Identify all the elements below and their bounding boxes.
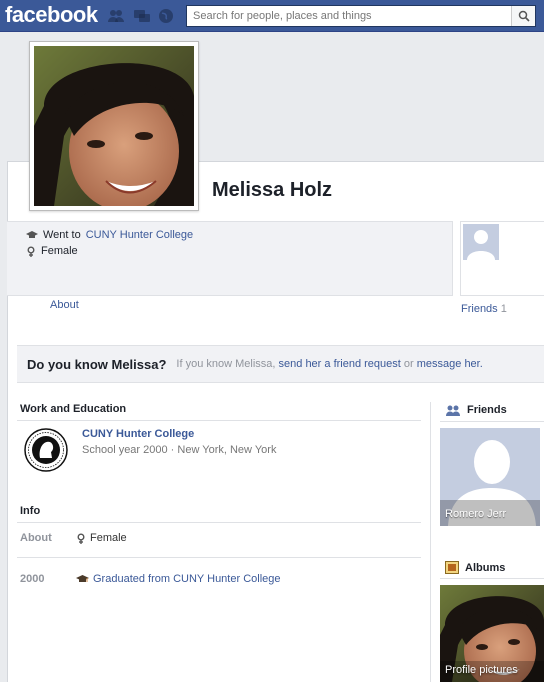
facebook-logo[interactable]: facebook [5,2,98,28]
divider [17,557,421,558]
school-link[interactable]: CUNY Hunter College [86,229,193,241]
year-row-label: 2000 [20,573,45,585]
work-education-title: Work and Education [20,403,127,415]
graduation-cap-icon [76,575,89,582]
notifications-globe-icon[interactable] [158,8,174,24]
went-to-label: Went to [43,229,81,241]
friend-name[interactable]: Romero Jerr [445,508,506,520]
graduated-row: Graduated from CUNY Hunter College [76,573,281,585]
female-icon [77,533,85,544]
graduated-link[interactable]: Graduated from CUNY Hunter College [93,573,281,585]
albums-icon [445,561,459,574]
know-banner-title: Do you know Melissa? [27,356,167,372]
sidebar-albums-title[interactable]: Albums [445,561,505,574]
search-input[interactable] [187,6,511,26]
album-card[interactable]: Profile pictures [440,585,544,682]
sidebar-friends-title[interactable]: Friends [445,404,507,416]
college-detail: School year 2000 · New York, New York [82,444,277,456]
send-friend-request-link[interactable]: send her a friend request [279,358,401,370]
divider [440,421,544,422]
gender-value: Female [41,245,78,257]
search-box [186,5,536,27]
divider [17,420,421,421]
message-her-link[interactable]: message her. [417,358,483,370]
friends-thumbnail-box[interactable] [460,221,544,296]
college-name-link[interactable]: CUNY Hunter College [82,428,194,440]
know-or: or [403,358,414,370]
search-button[interactable] [511,6,535,26]
info-title: Info [20,505,41,517]
about-row-label: About [20,532,52,544]
tab-friends-label[interactable]: Friends [461,303,498,315]
column-divider [430,402,431,682]
know-prefix: If you know Melissa, [176,358,276,370]
silhouette-icon [463,224,499,260]
graduation-cap-icon [26,231,38,238]
sidebar-friends-label: Friends [467,404,507,416]
friend-card[interactable]: Romero Jerr [440,428,540,526]
know-banner-text: If you know Melissa, send her a friend r… [176,358,482,370]
friends-count: 1 [500,303,507,315]
top-navigation-bar: facebook [0,0,544,32]
about-gender: Female [90,532,127,544]
female-icon [27,246,35,257]
gender-line: Female [26,245,78,257]
profile-name: Melissa Holz [212,179,333,201]
divider [17,522,421,523]
messages-icon[interactable] [133,8,150,24]
sidebar-albums-label: Albums [465,561,506,574]
tab-about[interactable]: About [50,299,79,311]
profile-picture[interactable] [29,41,199,211]
know-banner: Do you know Melissa? If you know Melissa… [17,345,544,383]
friend-requests-icon[interactable] [107,8,124,24]
search-icon [518,10,530,22]
education-line: Went to CUNY Hunter College [26,229,193,241]
divider [440,578,544,579]
album-name[interactable]: Profile pictures [445,664,518,676]
friends-icon [446,405,460,416]
about-row-value: Female [76,532,127,544]
college-seal[interactable] [24,428,68,472]
tab-friends[interactable]: Friends 1 [461,303,507,315]
